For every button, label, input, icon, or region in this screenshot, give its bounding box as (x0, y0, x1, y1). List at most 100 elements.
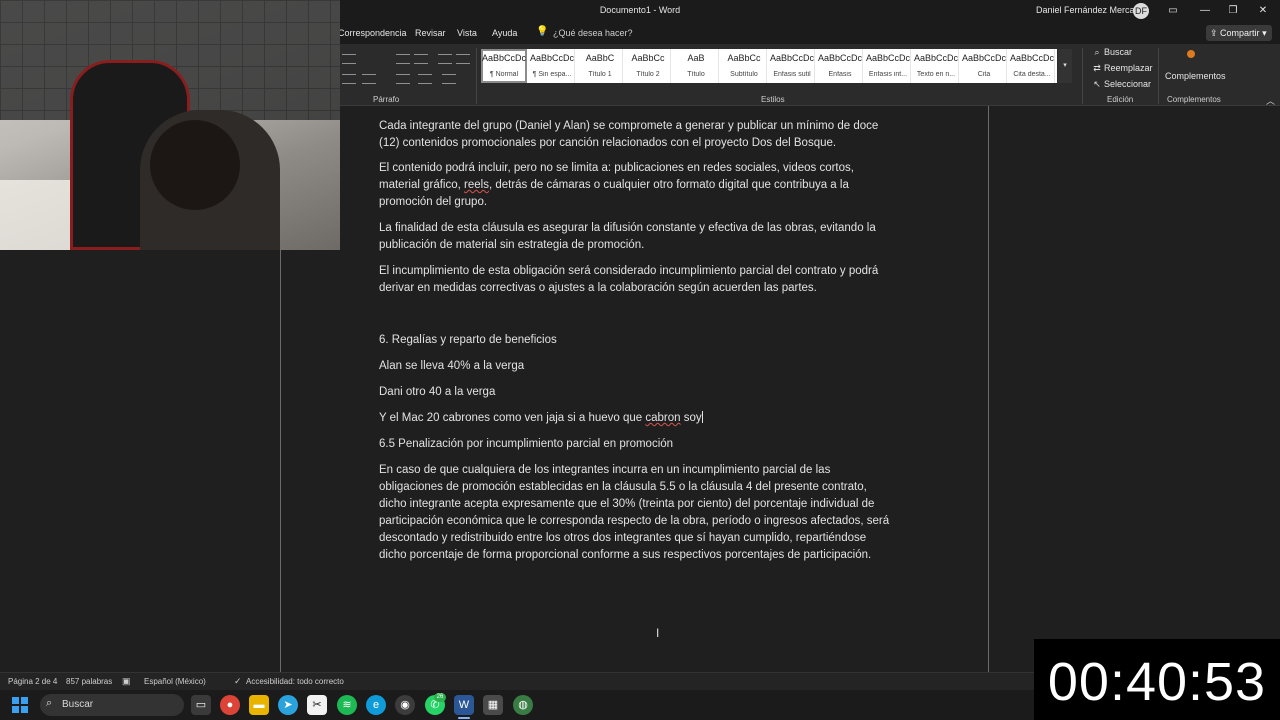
style-sample: AaBbCcDc (913, 53, 958, 63)
capcut-icon[interactable]: ✂ (307, 695, 327, 715)
whatsapp-badge: 26 (434, 693, 446, 702)
text-cursor (701, 411, 703, 423)
style-tile[interactable]: AaBbCc Subtítulo (721, 49, 767, 83)
page[interactable]: Cada integrante del grupo (Daniel y Alan… (280, 106, 989, 672)
tab-correspondencia[interactable]: Correspondencia (338, 28, 407, 38)
bullets-button[interactable] (342, 54, 356, 64)
style-tile[interactable]: AaBbCcDc Texto en n... (913, 49, 959, 83)
justify-button[interactable] (362, 74, 376, 84)
style-name: Subtítulo (730, 71, 758, 78)
gallery-more-button[interactable]: ▾ (1058, 49, 1072, 83)
edge-icon[interactable]: e (366, 695, 386, 715)
replace-label: Reemplazar (1104, 63, 1153, 73)
show-marks-button[interactable] (456, 54, 470, 64)
chrome-icon[interactable]: ● (220, 695, 240, 715)
tab-vista[interactable]: Vista (457, 28, 477, 38)
style-tile[interactable]: AaBbCcDc Énfasis (817, 49, 863, 83)
style-tile[interactable]: AaBbCcDc Cita (961, 49, 1007, 83)
calculator-icon[interactable]: ▦ (483, 695, 503, 715)
paragraph[interactable]: Y el Mac 20 cabrones como ven jaja si a … (379, 410, 891, 427)
word-count[interactable]: 857 palabras (66, 677, 112, 686)
ribbon-display-options-button[interactable]: ▭ (1162, 3, 1184, 19)
style-name: ¶ Normal (489, 71, 519, 78)
style-sample: AaB (687, 53, 705, 63)
line-spacing-button[interactable] (396, 74, 410, 84)
paragraph[interactable]: Cada integrante del grupo (Daniel y Alan… (379, 118, 891, 152)
style-sample: AaBbCcDc (481, 53, 526, 63)
spotify-icon[interactable]: ≋ (337, 695, 357, 715)
tab-revisar[interactable]: Revisar (415, 28, 446, 38)
style-name: Cita (977, 71, 991, 78)
paragraph-group-label: Párrafo (373, 95, 400, 104)
group-divider (476, 48, 477, 104)
misspelled-word[interactable]: reels (464, 179, 489, 191)
share-label: Compartir (1220, 28, 1260, 38)
addins-button[interactable]: Complementos (1165, 71, 1226, 81)
find-button[interactable]: ⌕ Buscar (1092, 47, 1132, 58)
shading-button[interactable] (418, 74, 432, 84)
windows-start-icon[interactable] (12, 697, 28, 713)
sort-button[interactable] (438, 54, 452, 64)
style-name: ¶ Sin espa... (532, 71, 572, 78)
cursor-icon: ↖ (1093, 79, 1101, 89)
paragraph[interactable]: En caso de que cualquiera de los integra… (379, 462, 891, 564)
paragraph[interactable]: Dani otro 40 a la verga (379, 384, 891, 401)
style-tile[interactable]: AaBbCcDc Énfasis sutil (769, 49, 815, 83)
language[interactable]: Español (México) (144, 677, 206, 686)
timer-value: 00:40:53 (1047, 652, 1267, 712)
decrease-indent-button[interactable] (396, 54, 410, 64)
active-app-indicator (458, 717, 470, 719)
style-sample: AaBbC (585, 53, 615, 63)
restore-button[interactable]: ❐ (1222, 3, 1244, 19)
select-button[interactable]: ↖ Seleccionar (1092, 79, 1151, 90)
align-left-button[interactable] (342, 74, 356, 84)
paragraph[interactable]: Alan se lleva 40% a la verga (379, 358, 891, 375)
tell-me-search[interactable]: ¿Qué desea hacer? (553, 28, 633, 38)
search-icon: ⌕ (1094, 47, 1100, 57)
task-view-icon[interactable]: ▭ (191, 695, 211, 715)
style-sample: AaBbCc (727, 53, 761, 63)
replace-icon: ⇄ (1093, 63, 1101, 73)
accessibility-icon[interactable]: ✓ (234, 676, 242, 687)
davinci-resolve-icon[interactable]: ◉ (395, 695, 415, 715)
section-heading[interactable]: 6.5 Penalización por incumplimiento parc… (379, 436, 891, 453)
group-divider (1158, 48, 1159, 104)
style-tile[interactable]: AaB Título (673, 49, 719, 83)
user-name[interactable]: Daniel Fernández Mercado (1036, 5, 1145, 15)
replace-button[interactable]: ⇄ Reemplazar (1092, 63, 1153, 74)
style-tile[interactable]: AaBbCcDc Cita desta... (1009, 49, 1055, 83)
globe-app-icon[interactable]: ◍ (513, 695, 533, 715)
tab-ayuda[interactable]: Ayuda (492, 28, 517, 38)
avatar[interactable]: DF (1133, 3, 1149, 19)
paragraph[interactable]: La finalidad de esta cláusula es asegura… (379, 220, 891, 254)
style-tile[interactable]: AaBbCcDc ¶ Sin espa... (529, 49, 575, 83)
paragraph[interactable]: El incumplimiento de esta obligación ser… (379, 263, 891, 297)
taskbar-search[interactable]: ⌕ Buscar (40, 694, 184, 716)
minimize-button[interactable]: — (1194, 3, 1216, 19)
style-sample: AaBbCc (631, 53, 665, 63)
style-sample: AaBbCcDc (865, 53, 910, 63)
stream-timer: 00:40:53 (1034, 639, 1280, 720)
proofing-icon[interactable]: ▣ (122, 676, 131, 687)
style-tile[interactable]: AaBbCcDc ¶ Normal (481, 49, 527, 83)
page-count[interactable]: Página 2 de 4 (8, 677, 57, 686)
style-sample: AaBbCcDc (769, 53, 814, 63)
addins-icon[interactable] (1187, 50, 1195, 58)
style-tile[interactable]: AaBbCc Título 2 (625, 49, 671, 83)
borders-button[interactable] (442, 74, 456, 84)
share-button[interactable]: ⇪ Compartir ▾ (1206, 25, 1272, 41)
telegram-icon[interactable]: ➤ (278, 695, 298, 715)
misspelled-word[interactable]: cabron (645, 412, 680, 424)
close-button[interactable]: ✕ (1252, 3, 1274, 19)
text-run: Y el Mac 20 cabrones como ven jaja si a … (379, 412, 646, 424)
style-tile[interactable]: AaBbCcDc Énfasis int... (865, 49, 911, 83)
word-icon[interactable]: W (454, 695, 474, 715)
paragraph[interactable]: El contenido podrá incluir, pero no se l… (379, 160, 891, 211)
webcam-overlay (0, 0, 340, 250)
section-heading[interactable]: 6. Regalías y reparto de beneficios (379, 332, 891, 349)
increase-indent-button[interactable] (414, 54, 428, 64)
accessibility-status[interactable]: Accesibilidad: todo correcto (246, 677, 344, 686)
style-tile[interactable]: AaBbC Título 1 (577, 49, 623, 83)
file-explorer-icon[interactable]: ▬ (249, 695, 269, 715)
style-sample: AaBbCcDc (817, 53, 862, 63)
